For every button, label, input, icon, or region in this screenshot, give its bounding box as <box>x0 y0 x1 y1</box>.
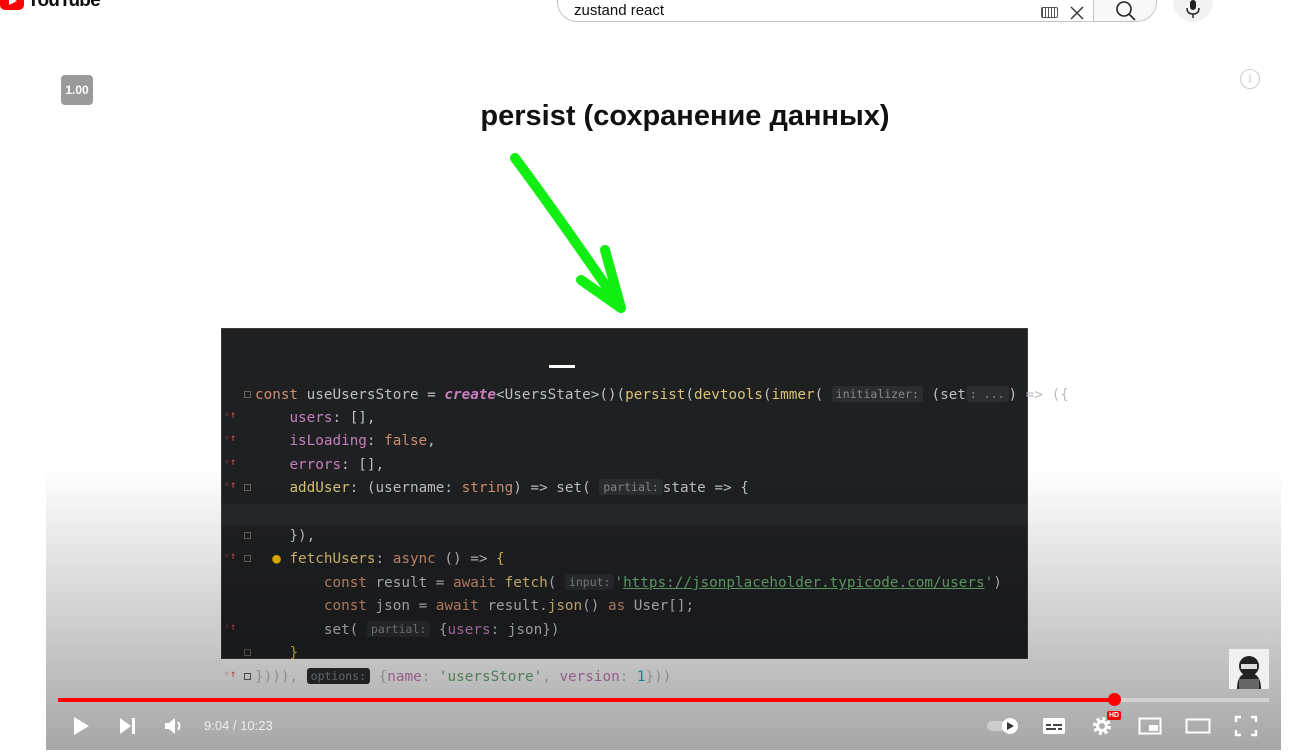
code-line: }), <box>222 481 1027 544</box>
scrubber-handle[interactable] <box>1107 693 1121 706</box>
search-icon <box>1116 1 1136 21</box>
code-line: ◦↑ isLoading: false, <box>224 433 436 449</box>
slide-title: persist (сохранение данных) <box>480 100 890 132</box>
subtitles-icon[interactable] <box>1042 712 1066 740</box>
video-player[interactable]: 1.00 i persist (сохранение данных) const… <box>46 48 1281 750</box>
miniplayer-icon[interactable] <box>1138 712 1162 740</box>
code-line: const json = await result.json() as User… <box>323 598 695 614</box>
info-icon[interactable]: i <box>1240 69 1260 89</box>
code-screenshot: const useUsersStore = create<UsersState>… <box>221 328 1069 685</box>
time-display: 9:04 / 10:23 <box>204 718 273 733</box>
play-icon[interactable] <box>70 712 92 740</box>
voice-search-button[interactable] <box>1173 0 1213 22</box>
param-hint: options: <box>306 668 371 684</box>
code-line: ◦↑ errors: [], <box>224 457 385 473</box>
code-line: const result = await fetch( input:'https… <box>323 574 1002 591</box>
search-button[interactable] <box>1093 0 1157 22</box>
top-bar: YouTube zustand react <box>0 0 1295 28</box>
progress-played <box>58 698 1114 702</box>
youtube-play-icon <box>0 0 24 10</box>
green-arrow-icon <box>510 153 626 313</box>
current-time: 9:04 <box>204 718 230 733</box>
theater-mode-icon[interactable] <box>1185 712 1211 740</box>
code-line: ◦↑ users: [], <box>224 410 376 426</box>
total-time: 10:23 <box>240 718 273 733</box>
fullscreen-icon[interactable] <box>1234 712 1258 740</box>
search-box[interactable]: zustand react <box>557 0 1093 22</box>
code-line: ◦↑ ● fetchUsers: async () => { <box>222 504 1027 567</box>
next-icon[interactable] <box>117 712 139 740</box>
keyboard-icon[interactable] <box>1041 7 1058 18</box>
code-line: const useUsersStore = create<UsersState>… <box>222 340 1069 403</box>
code-line: } <box>222 598 1027 661</box>
code-line: ◦↑ }))), options: {name: 'usersStore', v… <box>224 668 672 685</box>
volume-icon[interactable] <box>163 712 185 740</box>
code-line: ◦↑ state.users.push({id: Date.now(), use… <box>222 457 1027 520</box>
youtube-logo[interactable]: YouTube <box>0 0 101 14</box>
code-line: ◦↑ addUser: (username: string) => set( p… <box>224 479 749 496</box>
microphone-icon <box>1186 0 1200 18</box>
search-input[interactable]: zustand react <box>574 2 664 19</box>
logo-text: YouTube <box>27 0 101 11</box>
code-line: ◦↑ set( partial: {users: json}) <box>224 621 560 638</box>
clear-search-icon[interactable] <box>1069 5 1085 21</box>
channel-avatar[interactable] <box>1229 649 1269 689</box>
progress-bar[interactable] <box>58 693 1269 706</box>
autoplay-toggle[interactable] <box>986 712 1020 740</box>
hd-badge: HD <box>1107 711 1122 720</box>
